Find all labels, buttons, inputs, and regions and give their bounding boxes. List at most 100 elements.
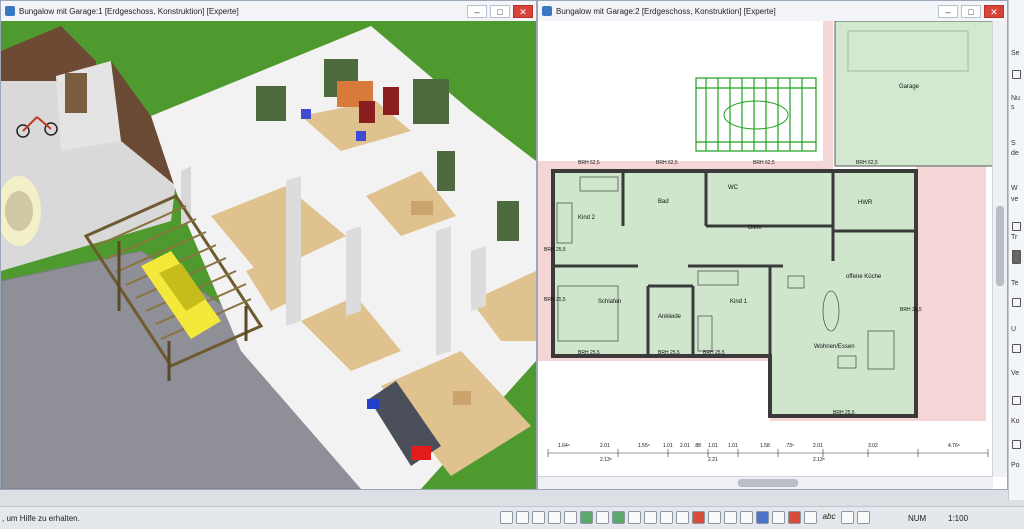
dimension-label: .88 [694, 443, 701, 449]
panel-text: s [1011, 104, 1015, 111]
maximize-button[interactable]: □ [961, 4, 981, 18]
tree-icon[interactable] [724, 511, 737, 524]
panel-text: de [1011, 150, 1019, 157]
car-icon[interactable] [772, 511, 785, 524]
panel-icon[interactable] [1012, 344, 1021, 353]
garden-icon[interactable] [580, 511, 593, 524]
room-label-ankleide: Ankleide [658, 314, 682, 320]
close-button[interactable]: ✕ [513, 4, 533, 18]
room-label-kind2: Kind 2 [578, 215, 596, 221]
room-label-kind1: Kind 1 [730, 299, 748, 305]
panel-icon[interactable] [1012, 440, 1021, 449]
brh-label: BRH 25,5 [578, 350, 600, 356]
dimension-label: 1.58 [760, 443, 770, 449]
dimension-label: 1.01 [663, 443, 673, 449]
panel-icon[interactable] [1012, 222, 1021, 231]
lamp-icon[interactable] [676, 511, 689, 524]
terrain-icon[interactable] [564, 511, 577, 524]
pencil-icon[interactable] [548, 511, 561, 524]
door-icon[interactable] [740, 511, 753, 524]
person-icon[interactable] [660, 511, 673, 524]
floor-plan-canvas[interactable]: Garage Kind 2 Bad WC HWR Diele Schlafen … [538, 20, 1007, 489]
plant-icon[interactable] [612, 511, 625, 524]
brh-label: BRH 25,5 [833, 410, 855, 416]
brh-label: BRH 25,5 [544, 247, 566, 253]
minimize-button[interactable]: – [938, 4, 958, 18]
panel-text: Ve [1011, 370, 1020, 377]
minimize-button[interactable]: – [467, 4, 487, 18]
dimension-label: 1.64⁵ [558, 443, 570, 449]
room-label-kueche: offene Küche [846, 274, 882, 280]
snap-icon[interactable] [516, 511, 529, 524]
floor-plan-drawing: Garage Kind 2 Bad WC HWR Diele Schlafen … [538, 20, 994, 477]
brh-label: BRH 62,5 [656, 160, 678, 166]
dimension-label: 2.01 [813, 443, 823, 449]
room-label-hwr: HWR [858, 200, 873, 206]
brh-label: BRH 62,5 [856, 160, 878, 166]
house-3d-render [1, 21, 536, 489]
maximize-button[interactable]: □ [490, 4, 510, 18]
view-3d-window[interactable]: Bungalow mit Garage:1 [Erdgeschoss, Kons… [0, 0, 537, 490]
view-3d-canvas[interactable] [1, 21, 536, 489]
view-3d-titlebar[interactable]: Bungalow mit Garage:1 [Erdgeschoss, Kons… [1, 1, 536, 22]
status-help-text: , um Hilfe zu erhalten. [2, 514, 80, 523]
layer-toggle-icon[interactable] [500, 511, 513, 524]
brh-label: BRH 25,5 [544, 297, 566, 303]
plan-horizontal-scrollbar[interactable] [538, 476, 993, 489]
dimension-label: 2.01 [600, 443, 610, 449]
panel-icon[interactable] [1012, 396, 1021, 405]
furniture-icon[interactable] [644, 511, 657, 524]
scroll-thumb[interactable] [996, 206, 1004, 286]
symbol-icon[interactable] [857, 511, 870, 524]
panel-text: Nu [1011, 95, 1020, 102]
text-tool[interactable]: abc [820, 511, 838, 524]
grid-icon[interactable] [532, 511, 545, 524]
dimension-label: 2.13⁵ [813, 457, 825, 463]
panel-text: U [1011, 326, 1017, 333]
panel-splitter-handle[interactable] [1012, 250, 1021, 264]
plan-vertical-scrollbar[interactable] [992, 21, 1007, 477]
view-2d-titlebar[interactable]: Bungalow mit Garage:2 [Erdgeschoss, Kons… [538, 1, 1007, 22]
fence-icon[interactable] [628, 511, 641, 524]
right-tool-panel: Se Nu s S de W ve Tr Te U Ve Ko Po [1008, 0, 1024, 500]
camera-icon[interactable] [708, 511, 721, 524]
wall-icon[interactable] [596, 511, 609, 524]
brh-label: BRH 25,5 [703, 350, 725, 356]
panel-icon[interactable] [1012, 70, 1021, 79]
status-bar: , um Hilfe zu erhalten. abc NUM 1:100 [0, 506, 1024, 529]
dimension-label: 4.76⁵ [948, 443, 960, 449]
view-2d-window[interactable]: Bungalow mit Garage:2 [Erdgeschoss, Kons… [537, 0, 1008, 490]
dimension-label: 1.55⁵ [638, 443, 650, 449]
status-toolbar: abc [500, 511, 870, 524]
fire-icon[interactable] [692, 511, 705, 524]
roof-icon[interactable] [804, 511, 817, 524]
panel-text: W [1011, 185, 1018, 192]
panel-text: ve [1011, 196, 1019, 203]
color-icon[interactable] [788, 511, 801, 524]
panel-text: S [1011, 140, 1016, 147]
panel-icon[interactable] [1012, 298, 1021, 307]
dimension-label: 1.01 [708, 443, 718, 449]
dimension-label: 2.13⁵ [600, 457, 612, 463]
brh-label: BRH 25,5 [658, 350, 680, 356]
close-button[interactable]: ✕ [984, 4, 1004, 18]
view-2d-title: Bungalow mit Garage:2 [Erdgeschoss, Kons… [556, 6, 776, 16]
panel-text: Se [1011, 50, 1020, 57]
panel-text: Te [1011, 280, 1019, 287]
panel-text: Ko [1011, 418, 1020, 425]
dimension-label: 2.21 [708, 457, 718, 463]
panel-text: Po [1011, 462, 1020, 469]
dimension-label: .73⁵ [785, 443, 794, 449]
room-label-bad: Bad [658, 199, 669, 205]
dimension-icon[interactable] [841, 511, 854, 524]
brh-label: BRH 62,5 [578, 160, 600, 166]
scroll-thumb[interactable] [738, 479, 798, 487]
brh-label: BRH 25,5 [900, 307, 922, 313]
window-icon[interactable] [756, 511, 769, 524]
room-label-wc: WC [728, 185, 739, 191]
panel-text: Tr [1011, 234, 1018, 241]
room-label-diele: Diele [748, 225, 762, 231]
num-lock-indicator: NUM [908, 514, 927, 523]
dimension-label: 3.02 [868, 443, 878, 449]
view-3d-title: Bungalow mit Garage:1 [Erdgeschoss, Kons… [19, 6, 239, 16]
